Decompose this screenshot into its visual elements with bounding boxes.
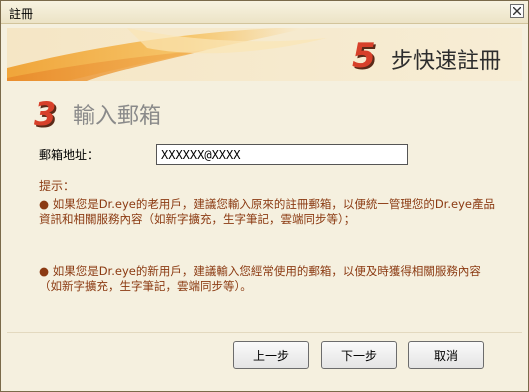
cancel-button[interactable]: 取消 bbox=[408, 341, 484, 369]
window-title: 註冊 bbox=[9, 7, 34, 21]
close-icon bbox=[513, 7, 521, 15]
section-title: 輸入郵箱 bbox=[73, 104, 162, 129]
step-number: 5 bbox=[352, 36, 376, 76]
email-input[interactable] bbox=[156, 144, 408, 165]
hint-label: 提示： bbox=[39, 179, 76, 193]
title-bar[interactable]: 註冊 bbox=[1, 1, 528, 24]
step-caption: 步快速註冊 bbox=[391, 49, 502, 74]
next-button[interactable]: 下一步 bbox=[321, 341, 397, 369]
register-dialog: 註冊 5 步快速註冊 3 輸入郵箱 郵箱地址： XXXXXX@XXXX 提示： … bbox=[0, 0, 529, 392]
hint-new-user: ● 如果您是Dr.eye的新用戶，建議輸入您經常使用的郵箱，以便及時獲得相關服務… bbox=[39, 264, 481, 293]
close-button[interactable] bbox=[510, 4, 524, 18]
email-label: 郵箱地址： bbox=[39, 148, 100, 162]
prev-button[interactable]: 上一步 bbox=[233, 341, 309, 369]
header-banner: 5 步快速註冊 bbox=[7, 28, 522, 81]
hint-old-user: ● 如果您是Dr.eye的老用戶，建議您輸入原來的註冊郵箱，以便統一管理您的Dr… bbox=[39, 197, 495, 226]
divider bbox=[7, 332, 522, 333]
section-number: 3 bbox=[34, 95, 57, 133]
